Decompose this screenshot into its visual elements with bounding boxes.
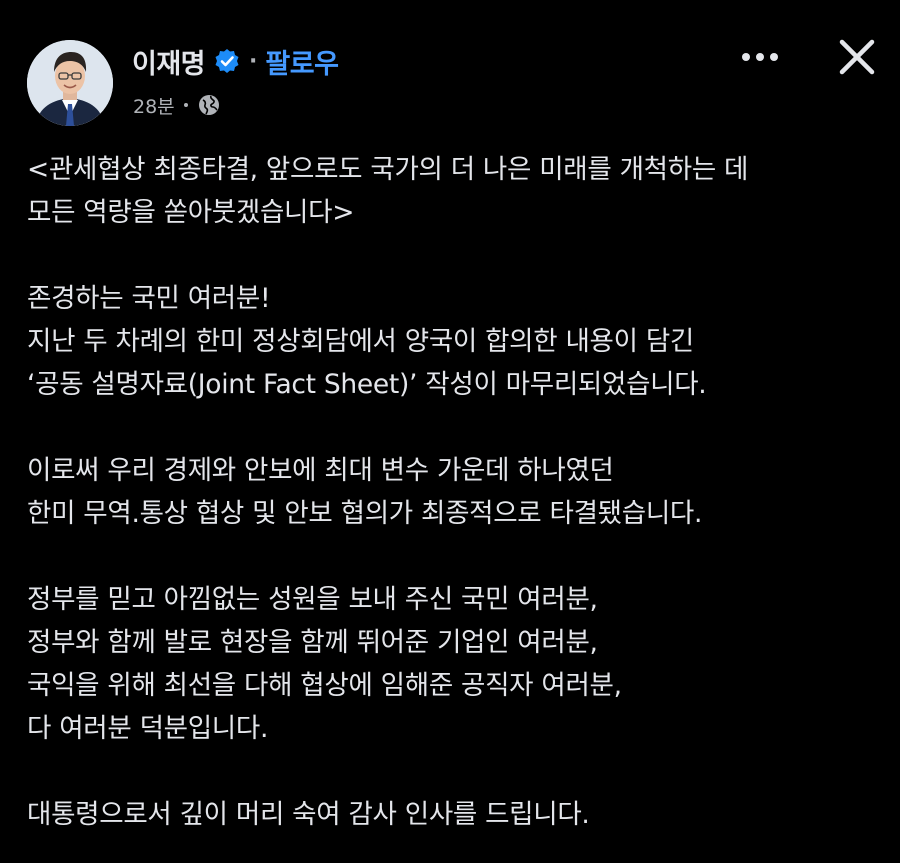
text-line: 국익을 위해 최선을 다해 협상에 임해준 공직자 여러분, [27, 670, 622, 701]
text-line: 지난 두 차례의 한미 정상회담에서 양국이 합의한 내용이 담긴 [27, 326, 694, 357]
follow-button[interactable]: 팔로우 [265, 42, 339, 81]
author-row: 이재명 · 팔로우 [132, 40, 339, 82]
more-options-button[interactable] [736, 42, 784, 72]
text-line: ‘공동 설명자료(Joint Fact Sheet)’ 작성이 마무리되었습니다… [27, 369, 707, 400]
text-line: 존경하는 국민 여러분! [27, 283, 271, 314]
separator-dot: · [249, 48, 258, 74]
globe-icon [197, 93, 221, 117]
meta-separator [183, 103, 188, 107]
author-name[interactable]: 이재명 [132, 42, 206, 81]
text-line: 정부와 함께 발로 현장을 함께 뛰어준 기업인 여러분, [27, 627, 598, 658]
text-line: 정부를 믿고 아낌없는 성원을 보내 주신 국민 여러분, [27, 584, 598, 615]
paragraph: 대통령으로서 깊이 머리 숙여 감사 인사를 드립니다. [27, 793, 887, 836]
text-line: <관세협상 최종타결, 앞으로도 국가의 더 나은 미래를 개척하는 데 [27, 154, 749, 185]
avatar[interactable] [27, 40, 113, 126]
paragraph: 존경하는 국민 여러분! 지난 두 차례의 한미 정상회담에서 양국이 합의한 … [27, 277, 887, 406]
post-title: <관세협상 최종타결, 앞으로도 국가의 더 나은 미래를 개척하는 데 모든 … [27, 148, 887, 234]
text-line: 다 여러분 덕분입니다. [27, 713, 269, 744]
verified-badge-icon [214, 48, 240, 74]
text-line: 대통령으로서 깊이 머리 숙여 감사 인사를 드립니다. [27, 799, 590, 830]
post-viewer: 이재명 · 팔로우 28분 <관세협상 최종타결, 앞으로도 국가의 더 나은 … [0, 0, 900, 863]
close-icon [839, 39, 875, 75]
more-dots-icon [742, 53, 778, 61]
post-text: <관세협상 최종타결, 앞으로도 국가의 더 나은 미래를 개척하는 데 모든 … [27, 148, 887, 836]
text-line: 이로써 우리 경제와 안보에 최대 변수 가운데 하나였던 [27, 455, 614, 486]
paragraph: 정부를 믿고 아낌없는 성원을 보내 주신 국민 여러분, 정부와 함께 발로 … [27, 578, 887, 750]
timestamp[interactable]: 28분 [133, 92, 175, 119]
close-button[interactable] [834, 34, 880, 80]
text-line: 모든 역량을 쏟아붓겠습니다> [27, 197, 355, 228]
text-line: 한미 무역.통상 협상 및 안보 협의가 최종적으로 타결됐습니다. [27, 498, 703, 529]
paragraph: 이로써 우리 경제와 안보에 최대 변수 가운데 하나였던 한미 무역.통상 협… [27, 449, 887, 535]
post-meta: 28분 [133, 90, 221, 120]
